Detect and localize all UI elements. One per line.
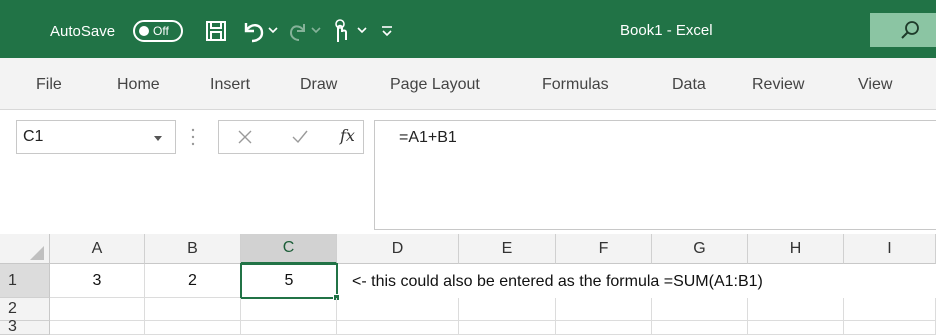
ribbon-tabs: File Home Insert Draw Page Layout Formul… bbox=[0, 58, 936, 110]
tab-file[interactable]: File bbox=[36, 74, 62, 96]
cell-g3[interactable] bbox=[652, 321, 748, 335]
cell-b3[interactable] bbox=[145, 321, 241, 335]
search-icon bbox=[901, 21, 919, 39]
cell-d3[interactable] bbox=[337, 321, 459, 335]
name-box-value: C1 bbox=[23, 128, 44, 145]
select-all-button[interactable] bbox=[0, 234, 50, 264]
worksheet-grid: A B C D E F G H I 1 2 3 3 2 5 <- this co… bbox=[0, 234, 936, 335]
select-all-icon bbox=[30, 246, 44, 260]
chevron-down-icon[interactable] bbox=[311, 26, 321, 34]
save-icon[interactable] bbox=[205, 20, 227, 42]
cell-h3[interactable] bbox=[748, 321, 844, 335]
cell-h2[interactable] bbox=[748, 298, 844, 321]
cell-i2[interactable] bbox=[844, 298, 936, 321]
cell-a3[interactable] bbox=[50, 321, 145, 335]
cell-e2[interactable] bbox=[459, 298, 556, 321]
cell-c3[interactable] bbox=[241, 321, 337, 335]
column-header-b[interactable]: B bbox=[145, 234, 241, 264]
row-header-3[interactable]: 3 bbox=[0, 319, 50, 335]
cell-e3[interactable] bbox=[459, 321, 556, 335]
cell-f2[interactable] bbox=[556, 298, 652, 321]
tab-insert[interactable]: Insert bbox=[210, 74, 250, 96]
column-header-i[interactable]: I bbox=[844, 234, 936, 264]
check-icon[interactable] bbox=[291, 129, 309, 145]
formula-text: =A1+B1 bbox=[399, 129, 457, 146]
autosave-label: AutoSave bbox=[50, 22, 116, 40]
tab-page-layout[interactable]: Page Layout bbox=[390, 74, 480, 96]
name-box[interactable]: C1 bbox=[16, 120, 176, 154]
column-header-g[interactable]: G bbox=[652, 234, 748, 264]
column-header-a[interactable]: A bbox=[50, 234, 145, 264]
chevron-down-icon[interactable] bbox=[357, 26, 367, 34]
title-bar: AutoSave Off Book1 - Excel bbox=[0, 0, 936, 58]
formula-bar: C1 fx =A1+B1 bbox=[0, 110, 936, 234]
search-box[interactable] bbox=[870, 13, 936, 47]
column-header-f[interactable]: F bbox=[556, 234, 652, 264]
resize-handle-icon[interactable] bbox=[191, 127, 195, 147]
cell-a2[interactable] bbox=[50, 298, 145, 321]
tab-review[interactable]: Review bbox=[752, 74, 804, 96]
cell-f3[interactable] bbox=[556, 321, 652, 335]
insert-function-icon[interactable]: fx bbox=[340, 126, 355, 145]
cell-d2[interactable] bbox=[337, 298, 459, 321]
formula-input[interactable]: =A1+B1 bbox=[374, 120, 936, 230]
cell-a1[interactable]: 3 bbox=[50, 264, 145, 298]
column-header-e[interactable]: E bbox=[459, 234, 556, 264]
tab-draw[interactable]: Draw bbox=[300, 74, 337, 96]
autosave-state: Off bbox=[153, 24, 169, 38]
customize-toolbar-icon[interactable] bbox=[380, 22, 394, 40]
undo-icon[interactable] bbox=[240, 19, 266, 43]
tab-home[interactable]: Home bbox=[117, 74, 160, 96]
document-title: Book1 - Excel bbox=[620, 22, 713, 39]
tab-data[interactable]: Data bbox=[672, 74, 706, 96]
formula-buttons: fx bbox=[218, 120, 364, 154]
cell-b1[interactable]: 2 bbox=[145, 264, 241, 298]
cell-c2[interactable] bbox=[241, 298, 337, 321]
cell-b2[interactable] bbox=[145, 298, 241, 321]
redo-icon[interactable] bbox=[288, 20, 310, 42]
row-header-1[interactable]: 1 bbox=[0, 264, 50, 298]
cell-i3[interactable] bbox=[844, 321, 936, 335]
tab-view[interactable]: View bbox=[858, 74, 892, 96]
autosave-toggle[interactable]: Off bbox=[133, 20, 183, 42]
tab-formulas[interactable]: Formulas bbox=[542, 74, 609, 96]
touch-mode-icon[interactable] bbox=[330, 18, 352, 44]
cancel-icon[interactable] bbox=[237, 129, 253, 145]
cell-c1[interactable]: 5 bbox=[240, 263, 338, 299]
column-header-h[interactable]: H bbox=[748, 234, 844, 264]
chevron-down-icon[interactable] bbox=[153, 135, 163, 143]
column-header-d[interactable]: D bbox=[337, 234, 459, 264]
toggle-knob bbox=[139, 26, 149, 36]
chevron-down-icon[interactable] bbox=[268, 26, 278, 34]
cell-d1-note[interactable]: <- this could also be entered as the for… bbox=[352, 265, 763, 298]
column-header-c[interactable]: C bbox=[241, 234, 337, 264]
cell-g2[interactable] bbox=[652, 298, 748, 321]
